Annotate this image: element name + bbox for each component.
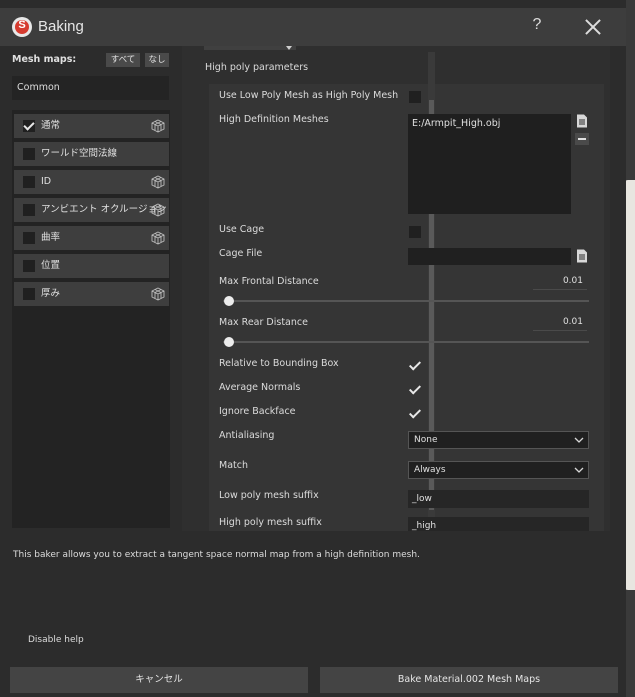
substance-logo-icon: S (12, 17, 32, 37)
chevron-down-icon (574, 467, 584, 473)
mesh-map-label: ワールド空間法線 (41, 148, 118, 159)
high-def-meshes-label: High Definition Meshes (219, 114, 329, 125)
mesh-map-label: ID (41, 176, 52, 187)
section-title: High poly parameters (205, 62, 309, 73)
help-text: This baker allows you to extract a tange… (13, 550, 420, 560)
average-normals-label: Average Normals (219, 382, 301, 393)
match-select[interactable]: Always (408, 461, 589, 479)
cube-settings-icon[interactable] (151, 287, 165, 301)
mesh-map-label: 厚み (41, 288, 61, 299)
average-normals-checkbox[interactable] (409, 384, 421, 396)
relative-bbox-label: Relative to Bounding Box (219, 358, 339, 369)
file-browse-icon[interactable] (576, 114, 588, 128)
mesh-map-checkbox[interactable] (23, 120, 35, 132)
select-all-button[interactable]: すべて (106, 53, 140, 67)
cube-settings-icon[interactable] (151, 119, 165, 133)
mesh-map-label: 通常 (41, 120, 61, 131)
mesh-map-item-id[interactable]: ID (14, 170, 169, 194)
file-browse-icon[interactable] (576, 249, 588, 263)
high-def-meshes-list[interactable]: E:/Armpit_High.obj (408, 114, 571, 214)
low-poly-suffix-label: Low poly mesh suffix (219, 490, 319, 501)
mesh-map-checkbox[interactable] (23, 288, 35, 300)
mesh-path[interactable]: E:/Armpit_High.obj (412, 118, 500, 129)
mesh-map-checkbox[interactable] (23, 176, 35, 188)
mesh-map-checkbox[interactable] (23, 148, 35, 160)
mesh-map-label: 位置 (41, 260, 61, 271)
cancel-button[interactable]: キャンセル (10, 667, 308, 693)
max-rear-distance-slider-handle[interactable] (224, 337, 234, 347)
max-frontal-distance-label: Max Frontal Distance (219, 276, 319, 287)
use-low-poly-checkbox[interactable] (409, 91, 421, 103)
low-poly-suffix-input[interactable]: _low (408, 490, 589, 508)
help-button[interactable]: ? (528, 16, 546, 38)
remove-mesh-button[interactable] (575, 133, 589, 145)
match-label: Match (219, 460, 248, 471)
max-rear-distance-label: Max Rear Distance (219, 317, 308, 328)
high-poly-suffix-label: High poly mesh suffix (219, 517, 322, 528)
clipped-dropdown[interactable] (204, 46, 296, 50)
mesh-map-checkbox[interactable] (23, 260, 35, 272)
max-rear-distance-slider[interactable] (223, 341, 589, 343)
use-cage-label: Use Cage (219, 224, 265, 235)
high-poly-suffix-input[interactable]: _high (408, 517, 589, 531)
mesh-map-item-curvature[interactable]: 曲率 (14, 226, 169, 250)
cube-settings-icon[interactable] (151, 231, 165, 245)
ignore-backface-checkbox[interactable] (409, 408, 421, 420)
mesh-map-item-thickness[interactable]: 厚み (14, 282, 169, 306)
use-cage-checkbox[interactable] (409, 226, 421, 238)
title-bar[interactable]: S Baking ? (0, 8, 626, 46)
logo-letter: S (18, 19, 26, 31)
cube-settings-icon[interactable] (151, 175, 165, 189)
max-frontal-distance-slider[interactable] (223, 300, 589, 302)
antialiasing-value: None (414, 435, 438, 445)
match-value: Always (414, 465, 446, 475)
antialiasing-label: Antialiasing (219, 430, 275, 441)
mesh-map-checkbox[interactable] (23, 232, 35, 244)
disable-help-link[interactable]: Disable help (28, 635, 84, 645)
mesh-map-item-ambient-occlusion[interactable]: アンビエント オクルージョン (14, 198, 169, 222)
ignore-backface-label: Ignore Backface (219, 406, 296, 417)
chevron-down-icon (574, 437, 584, 443)
antialiasing-select[interactable]: None (408, 431, 589, 449)
max-rear-distance-input[interactable]: 0.01 (533, 317, 587, 331)
cage-file-input[interactable] (408, 248, 571, 265)
cube-settings-icon[interactable] (151, 203, 165, 217)
mesh-map-checkbox[interactable] (23, 204, 35, 216)
max-frontal-distance-input[interactable]: 0.01 (533, 276, 587, 290)
mesh-map-list: 通常 ワールド空間法線 ID アンビエント オクルージョン 曲率 位置 厚み (12, 110, 170, 528)
select-none-button[interactable]: なし (145, 53, 169, 67)
bake-button[interactable]: Bake Material.002 Mesh Maps (320, 667, 618, 693)
mesh-map-label: 曲率 (41, 232, 61, 243)
window-title: Baking (38, 18, 84, 35)
max-frontal-distance-slider-handle[interactable] (224, 296, 234, 306)
mesh-map-item-position[interactable]: 位置 (14, 254, 169, 278)
mesh-map-item-world-normal[interactable]: ワールド空間法線 (14, 142, 169, 166)
relative-bbox-checkbox[interactable] (409, 360, 421, 372)
cage-file-label: Cage File (219, 248, 263, 259)
mesh-map-label: アンビエント オクルージョン (41, 204, 167, 215)
mesh-map-item-normal[interactable]: 通常 (14, 114, 169, 138)
mesh-maps-label: Mesh maps: (12, 54, 77, 65)
chevron-down-icon (286, 46, 292, 50)
baking-dialog: S Baking ? Mesh maps: すべて なし Common 通常 ワ… (0, 0, 626, 697)
close-icon[interactable] (582, 16, 604, 38)
common-item[interactable]: Common (12, 76, 169, 100)
use-low-poly-label: Use Low Poly Mesh as High Poly Mesh (219, 90, 399, 101)
